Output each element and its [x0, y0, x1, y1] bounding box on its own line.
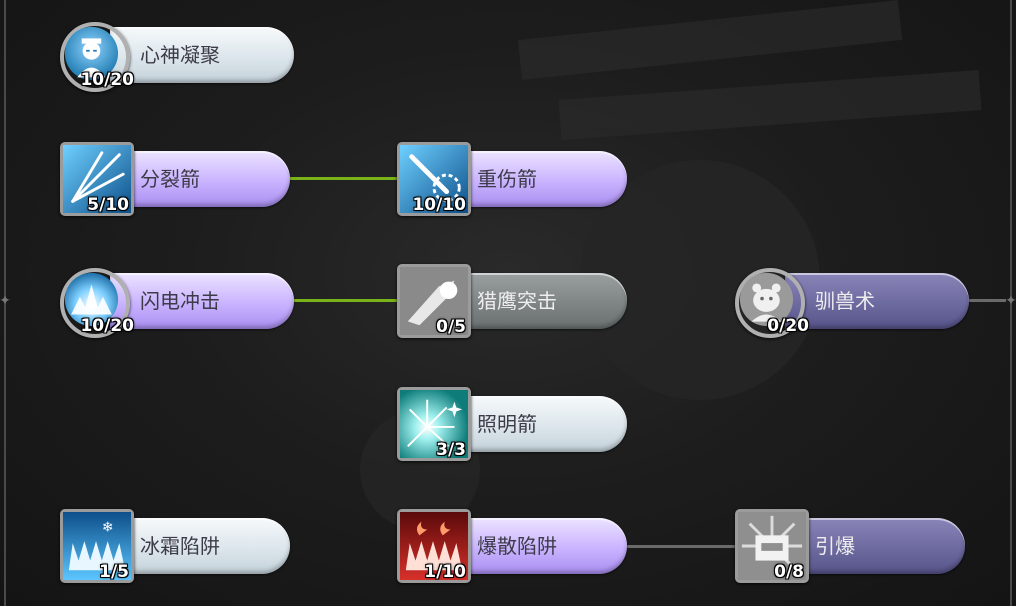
heavy-arrow-icon[interactable]: 10/10 — [397, 142, 471, 216]
skill-node[interactable]: 照明箭 3/3 — [397, 387, 627, 461]
skill-name-plate — [785, 518, 965, 574]
skill-node[interactable]: 重伤箭 10/10 — [397, 142, 627, 216]
skill-name: 照明箭 — [477, 412, 537, 436]
skill-name: 闪电冲击 — [140, 289, 220, 313]
flare-arrow-icon[interactable]: 3/3 — [397, 387, 471, 461]
skill-node[interactable]: 爆散陷阱 1/10 — [397, 509, 627, 583]
skill-node[interactable]: 冰霜陷阱 ❄ 1/5 — [60, 509, 290, 583]
right-frame-ornament-icon: ✦ — [1005, 293, 1016, 309]
skill-level: 0/8 — [774, 562, 804, 582]
skill-node[interactable]: 驯兽术 0/20 — [735, 268, 969, 338]
monk-icon[interactable]: 10/20 — [60, 22, 134, 92]
skill-level: 1/10 — [424, 562, 466, 582]
skill-name: 心神凝聚 — [140, 43, 220, 67]
frost-trap-icon[interactable]: ❄ 1/5 — [60, 509, 134, 583]
skill-node[interactable]: 分裂箭 5/10 — [60, 142, 290, 216]
tnt-detonate-icon[interactable]: 0/8 — [735, 509, 809, 583]
skill-name: 猎鹰突击 — [477, 289, 557, 313]
skill-level: 10/20 — [80, 316, 134, 336]
connector-explosive-to-detonate — [625, 545, 737, 548]
skill-name: 冰霜陷阱 — [140, 534, 220, 558]
skill-level: 5/10 — [87, 195, 129, 215]
skill-level: 0/5 — [436, 317, 466, 337]
skill-level: 10/10 — [412, 195, 466, 215]
skill-node[interactable]: 猎鹰突击 0/5 — [397, 264, 627, 338]
explosive-trap-icon[interactable]: 1/10 — [397, 509, 471, 583]
left-frame-ornament-icon: ✦ — [0, 293, 11, 309]
skill-level: 10/20 — [80, 70, 134, 90]
svg-text:❄: ❄ — [102, 519, 113, 535]
skill-name-plate — [110, 151, 290, 207]
skill-name: 重伤箭 — [477, 167, 537, 191]
lightning-burst-icon[interactable]: 10/20 — [60, 268, 134, 338]
skill-level: 0/20 — [767, 316, 809, 336]
skill-node[interactable]: 心神凝聚 10/20 — [60, 22, 294, 92]
connector-split-to-heavy — [288, 177, 400, 180]
split-arrow-icon[interactable]: 5/10 — [60, 142, 134, 216]
falcon-strike-icon[interactable]: 0/5 — [397, 264, 471, 338]
skill-level: 3/3 — [436, 440, 466, 460]
skill-name: 驯兽术 — [815, 289, 875, 313]
skill-name: 分裂箭 — [140, 167, 200, 191]
skill-name: 爆散陷阱 — [477, 534, 557, 558]
beast-taming-icon[interactable]: 0/20 — [735, 268, 809, 338]
connector-beast-taming-right — [966, 299, 1006, 302]
skill-name-plate — [785, 273, 969, 329]
connector-lightning-to-falcon — [292, 299, 400, 302]
skill-name: 引爆 — [815, 534, 855, 558]
skill-name-plate — [447, 396, 627, 452]
skill-node[interactable]: 引爆 0/8 — [735, 509, 965, 583]
skill-name-plate — [447, 151, 627, 207]
skill-node[interactable]: 闪电冲击 10/20 — [60, 268, 294, 338]
skill-level: 1/5 — [99, 562, 129, 582]
